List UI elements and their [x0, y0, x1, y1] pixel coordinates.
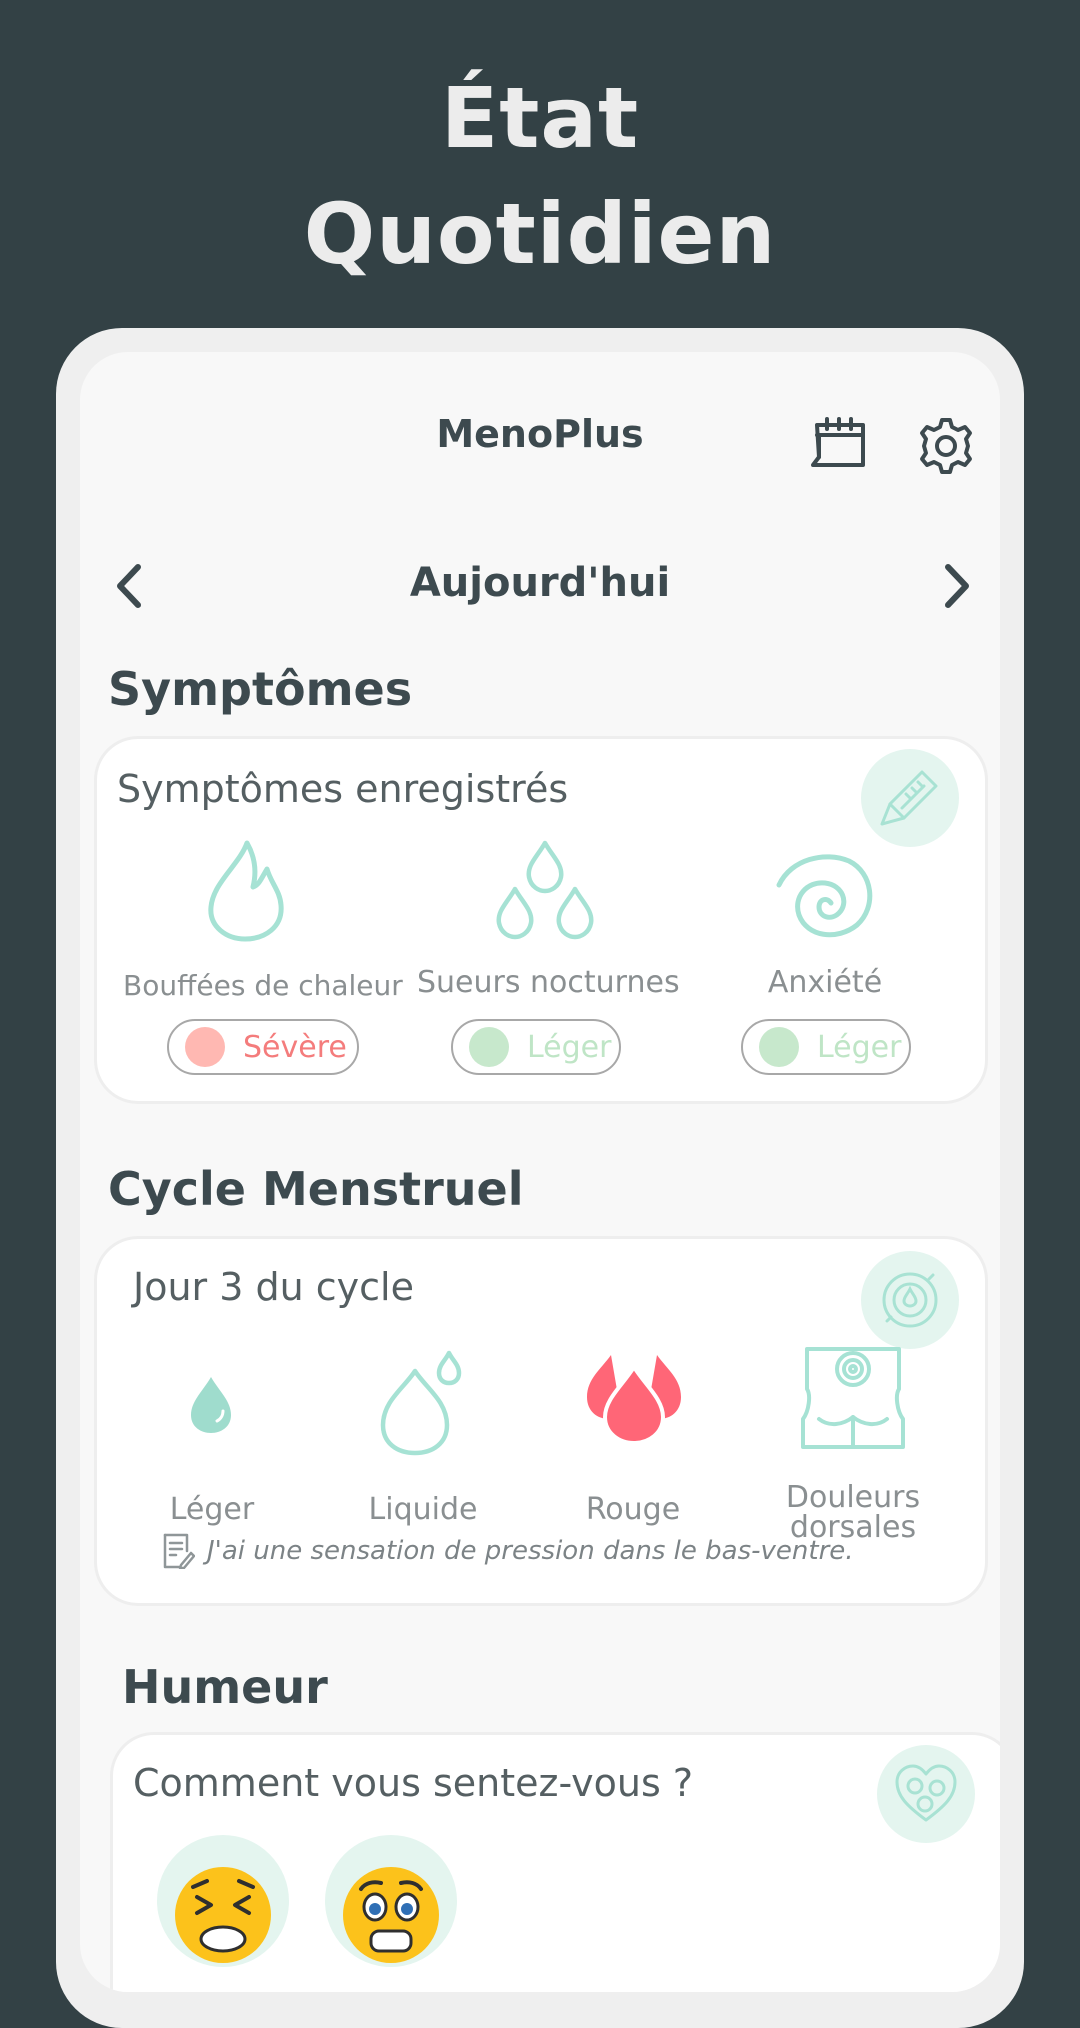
severity-dot [759, 1027, 799, 1067]
cycle-item-label-line1: Douleurs [785, 1480, 921, 1515]
cycle-section-title: Cycle Menstruel [108, 1162, 524, 1216]
date-title: Aujourd'hui [409, 560, 671, 606]
liquid-drops-icon [380, 1350, 462, 1456]
cycle-item-consistency[interactable]: Liquide [333, 1349, 513, 1525]
tired-face-emoji-icon [175, 1867, 271, 1963]
next-day-button[interactable] [932, 558, 982, 614]
mood-card-title: Comment vous sentez-vous ? [133, 1761, 693, 1805]
severity-pill[interactable]: Léger [741, 1019, 911, 1075]
symptoms-section-title: Symptômes [108, 662, 413, 716]
calendar-button[interactable] [806, 414, 870, 478]
small-drop-icon [191, 1377, 231, 1433]
cycle-edit-badge[interactable] [861, 1251, 959, 1349]
calendar-icon [811, 417, 865, 467]
cycle-item-color[interactable]: Rouge [543, 1349, 723, 1525]
mood-option[interactable] [325, 1835, 457, 1967]
spiral-icon [776, 854, 873, 938]
hero-title: État Quotidien [0, 60, 1080, 292]
cycle-card[interactable]: Jour 3 du cycle Léger Liquide Rouge Doul… [94, 1236, 988, 1606]
symptom-item[interactable]: Anxiété Léger [725, 839, 925, 1099]
symptom-label: Anxiété [767, 965, 883, 1000]
cycle-item-label: Rouge [585, 1492, 681, 1527]
settings-button[interactable] [914, 414, 978, 478]
hero-title-line2: Quotidien [303, 185, 777, 283]
app-screen: MenoPlus Aujourd'hui Symptômes Symptômes… [80, 352, 1000, 1992]
mood-edit-badge[interactable] [877, 1745, 975, 1843]
mood-option[interactable] [157, 1835, 289, 1967]
thermometer-icon [880, 770, 938, 826]
symptom-item[interactable]: Sueurs nocturnes Léger [417, 839, 680, 1099]
droplets-icon [496, 840, 594, 940]
symptoms-card[interactable]: Symptômes enregistrés Bouffées de chaleu… [94, 736, 988, 1104]
cycle-item-pain[interactable]: Douleurs dorsales [753, 1347, 953, 1543]
red-drops-icon [587, 1355, 681, 1446]
mood-section-title: Humeur [122, 1660, 328, 1714]
cycle-item-label: Liquide [368, 1492, 478, 1527]
severity-label: Léger [527, 1029, 612, 1065]
cycle-note[interactable]: J'ai une sensation de pression dans le b… [161, 1533, 854, 1569]
severity-dot [185, 1027, 225, 1067]
cycle-icon [882, 1272, 938, 1328]
symptoms-card-title: Symptômes enregistrés [117, 767, 569, 811]
symptom-label: Sueurs nocturnes [417, 965, 680, 1000]
hero-title-line1: État [440, 69, 640, 167]
severity-pill[interactable]: Léger [451, 1019, 621, 1075]
chevron-right-icon [945, 564, 969, 608]
cycle-card-title: Jour 3 du cycle [133, 1265, 414, 1309]
severity-label: Léger [817, 1029, 902, 1065]
severity-pill[interactable]: Sévère [167, 1019, 359, 1075]
back-pain-icon [801, 1347, 905, 1449]
symptom-item[interactable]: Bouffées de chaleur Sévère [123, 839, 403, 1099]
cycle-item-flow[interactable]: Léger [137, 1349, 287, 1525]
fearful-face-emoji-icon [343, 1867, 439, 1963]
mood-card[interactable]: Comment vous sentez-vous ? [110, 1732, 1000, 1992]
severity-label: Sévère [243, 1029, 347, 1065]
gear-icon [920, 418, 972, 474]
heart-faces-icon [895, 1764, 957, 1822]
severity-dot [469, 1027, 509, 1067]
cycle-item-label: Léger [169, 1492, 255, 1527]
symptom-label: Bouffées de chaleur [123, 969, 403, 1002]
flame-icon [208, 840, 284, 942]
cycle-note-text: J'ai une sensation de pression dans le b… [207, 1536, 854, 1566]
symptoms-edit-badge[interactable] [861, 749, 959, 847]
note-icon [163, 1533, 195, 1569]
